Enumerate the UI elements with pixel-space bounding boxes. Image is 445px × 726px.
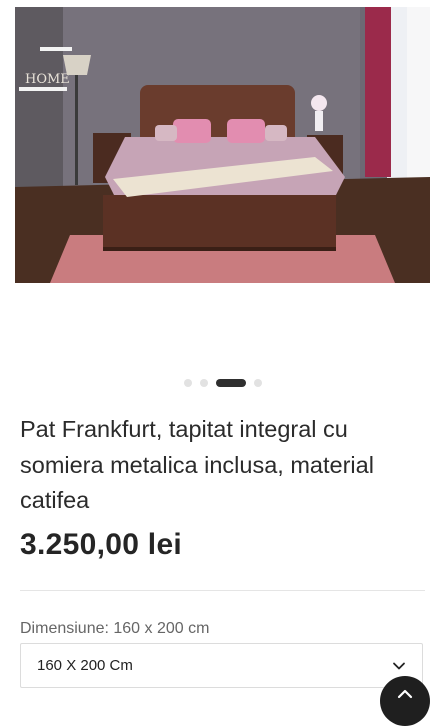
product-title: Pat Frankfurt, tapitat integral cu somie…	[20, 416, 374, 513]
product-image-gallery[interactable]: HOME	[15, 7, 430, 283]
divider	[20, 590, 425, 591]
scroll-to-top-button[interactable]	[380, 676, 430, 726]
chevron-down-icon	[393, 662, 405, 669]
gallery-dot[interactable]	[183, 379, 192, 387]
size-option-label: Dimensiune: 160 x 200 cm	[20, 620, 210, 637]
size-select-value: 160 X 200 Cm	[37, 657, 133, 674]
gallery-dot[interactable]	[253, 379, 262, 387]
gallery-dot-active[interactable]	[215, 379, 246, 387]
gallery-dot[interactable]	[199, 379, 208, 387]
product-photo: HOME	[15, 7, 430, 283]
chevron-up-icon	[397, 689, 413, 699]
product-price: 3.250,00 lei	[20, 528, 183, 561]
svg-text:HOME: HOME	[25, 72, 70, 87]
gallery-pagination	[0, 379, 445, 387]
size-select[interactable]: 160 X 200 Cm	[20, 643, 423, 688]
